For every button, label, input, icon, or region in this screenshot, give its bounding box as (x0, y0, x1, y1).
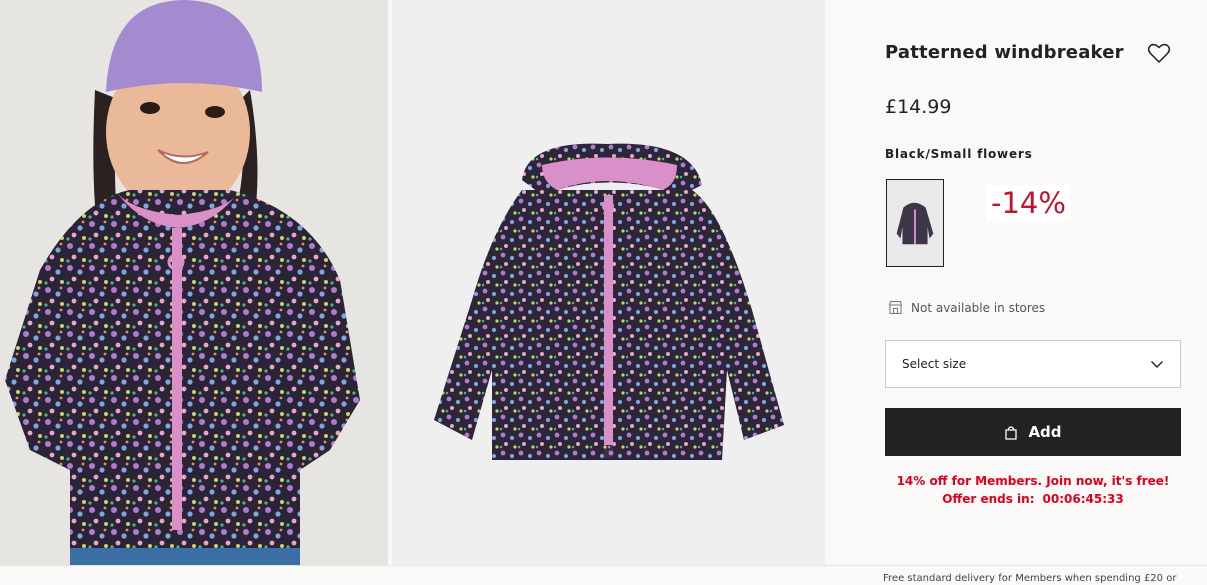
swatch-jacket-image (887, 180, 943, 266)
shopping-bag-icon (1005, 425, 1018, 440)
chevron-down-icon (1151, 361, 1163, 368)
store-icon (888, 301, 903, 314)
member-promo: 14% off for Members. Join now, it's free… (885, 472, 1181, 508)
color-swatch-thumbnail[interactable] (886, 179, 944, 267)
store-availability: Not available in stores (888, 300, 1045, 315)
size-dropdown[interactable]: Select size (885, 340, 1181, 388)
model-photo[interactable] (0, 0, 388, 565)
product-page: Patterned windbreaker £14.99 Black/Small… (0, 0, 1207, 585)
heart-icon[interactable] (1147, 42, 1171, 64)
add-to-bag-button[interactable]: Add (885, 408, 1181, 456)
product-photo-illustration (392, 0, 825, 565)
discount-badge: -14% (986, 185, 1071, 221)
color-name: Black/Small flowers (885, 147, 1033, 161)
product-title: Patterned windbreaker (885, 42, 1124, 63)
product-photo[interactable] (392, 0, 825, 565)
store-availability-text: Not available in stores (911, 300, 1046, 315)
product-info-panel: Patterned windbreaker £14.99 Black/Small… (826, 0, 1207, 565)
product-price: £14.99 (885, 96, 952, 118)
offer-countdown: Offer ends in: 00:06:45:33 (885, 490, 1181, 508)
member-promo-line: 14% off for Members. Join now, it's free… (896, 474, 1170, 488)
size-dropdown-label: Select size (902, 357, 967, 371)
model-photo-illustration (0, 0, 388, 565)
delivery-note: Free standard delivery for Members when … (883, 573, 1177, 584)
add-button-label: Add (1028, 423, 1062, 441)
offer-timer: 00:06:45:33 (1042, 492, 1124, 506)
offer-ends-label: Offer ends in: (942, 492, 1035, 506)
